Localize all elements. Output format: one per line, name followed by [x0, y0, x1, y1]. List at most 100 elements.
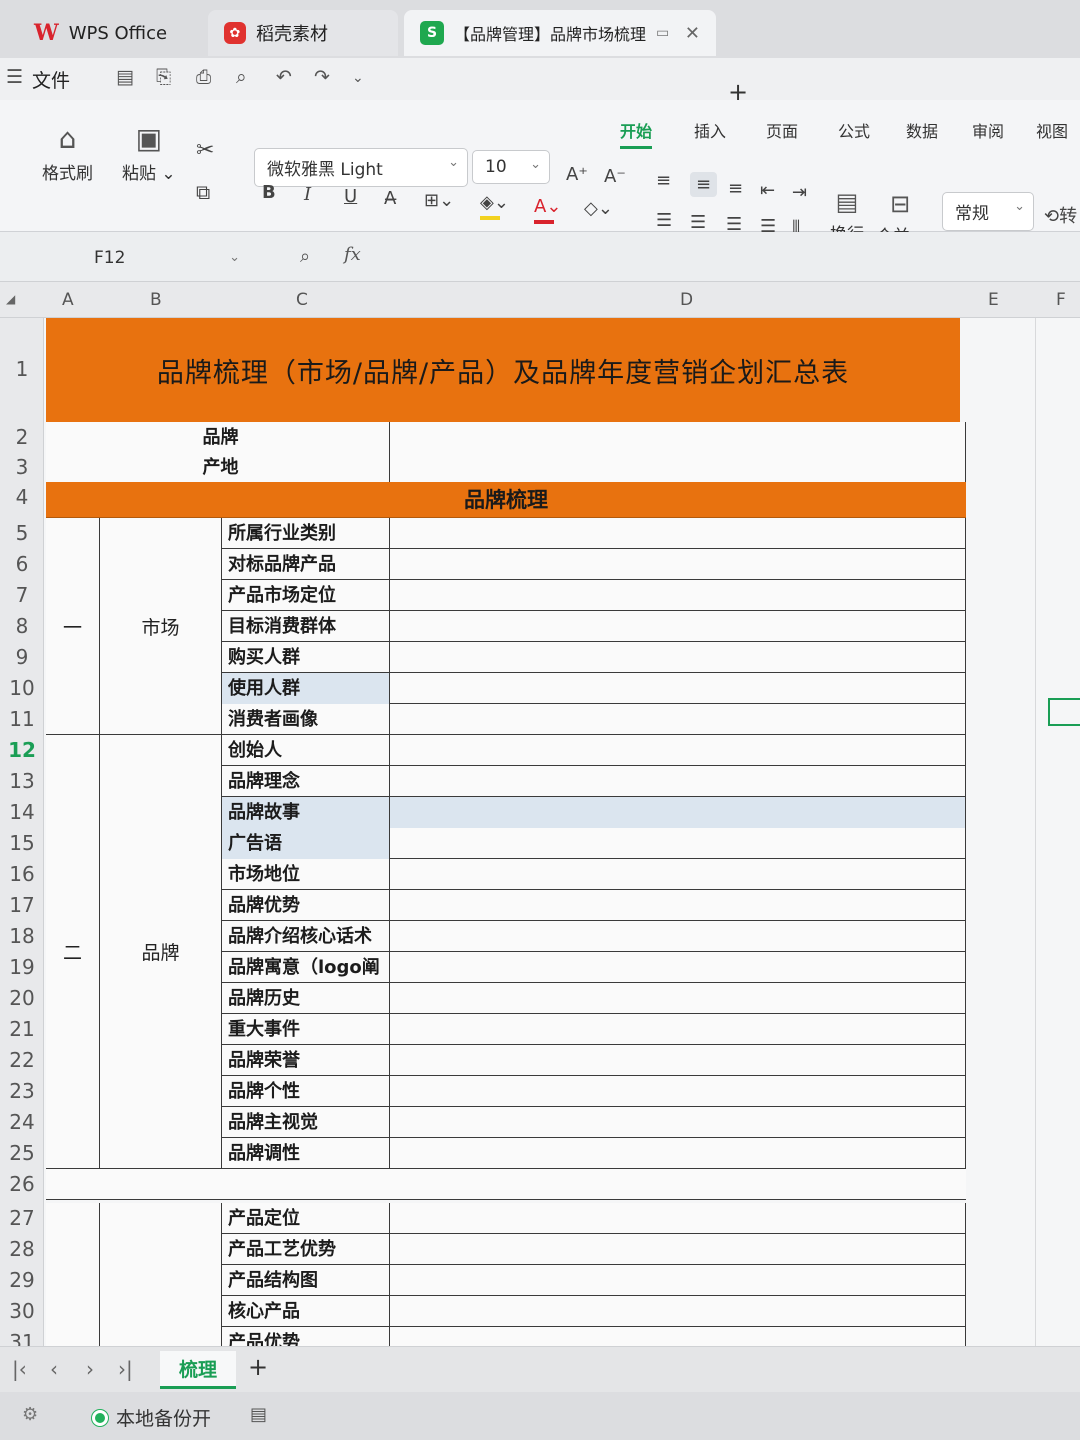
- column-header[interactable]: D: [680, 290, 693, 310]
- document-icon[interactable]: ▤: [250, 1404, 267, 1425]
- field-label-cell[interactable]: 品牌荣誉: [222, 1045, 390, 1076]
- field-label-cell[interactable]: 产品工艺优势: [222, 1234, 390, 1265]
- field-label-cell[interactable]: 所属行业类别: [222, 518, 390, 549]
- first-sheet-icon[interactable]: |‹: [12, 1357, 27, 1381]
- row-header[interactable]: 23: [0, 1076, 44, 1107]
- paste-button[interactable]: ▣ 粘贴 ⌄: [122, 122, 176, 184]
- ribbon-tab-insert[interactable]: 插入: [694, 118, 726, 142]
- save-icon[interactable]: ▤: [116, 66, 134, 88]
- field-label-cell[interactable]: 重大事件: [222, 1014, 390, 1045]
- field-value-cell[interactable]: [390, 1138, 966, 1169]
- italic-button[interactable]: I: [304, 184, 311, 205]
- row-header[interactable]: 29: [0, 1265, 44, 1296]
- column-header[interactable]: B: [150, 290, 162, 310]
- group-number-cell[interactable]: 一: [46, 518, 100, 735]
- row-header[interactable]: 10: [0, 673, 44, 704]
- sheet-tab-active[interactable]: 梳理: [160, 1351, 236, 1389]
- last-sheet-icon[interactable]: ›|: [118, 1357, 133, 1381]
- selected-cell[interactable]: [1048, 698, 1080, 726]
- function-button[interactable]: fx: [344, 244, 361, 265]
- indent-increase-icon[interactable]: ⇥: [792, 182, 807, 203]
- column-header[interactable]: A: [62, 290, 74, 310]
- field-value-cell[interactable]: [390, 828, 966, 859]
- column-header[interactable]: F: [1056, 290, 1066, 310]
- section-header[interactable]: 品牌梳理: [46, 482, 966, 518]
- row-header[interactable]: 22: [0, 1045, 44, 1076]
- field-value-cell[interactable]: [390, 1234, 966, 1265]
- row-header[interactable]: 4: [0, 482, 44, 513]
- eraser-icon[interactable]: ◇⌄: [584, 198, 613, 219]
- brand-value-cell[interactable]: [390, 422, 966, 453]
- strikethrough-icon[interactable]: A̶: [384, 188, 396, 209]
- field-value-cell[interactable]: [390, 1265, 966, 1296]
- group-number-cell[interactable]: 二: [46, 735, 100, 1169]
- field-label-cell[interactable]: 消费者画像: [222, 704, 390, 735]
- field-label-cell[interactable]: 品牌个性: [222, 1076, 390, 1107]
- field-label-cell[interactable]: 品牌故事: [222, 797, 390, 828]
- field-value-cell[interactable]: [390, 1045, 966, 1076]
- align-top-icon[interactable]: ≡: [656, 170, 671, 191]
- align-left-icon[interactable]: ☰: [656, 210, 672, 231]
- row-header[interactable]: 11: [0, 704, 44, 735]
- field-value-cell[interactable]: [390, 518, 966, 549]
- field-value-cell[interactable]: [390, 642, 966, 673]
- field-label-cell[interactable]: 品牌介绍核心话术: [222, 921, 390, 952]
- field-value-cell[interactable]: [390, 890, 966, 921]
- row-header[interactable]: 8: [0, 611, 44, 642]
- field-value-cell[interactable]: [390, 797, 966, 828]
- row-header[interactable]: 28: [0, 1234, 44, 1265]
- row-header[interactable]: 15: [0, 828, 44, 859]
- field-label-cell[interactable]: 产品定位: [222, 1203, 390, 1234]
- align-center-icon[interactable]: ☰: [690, 212, 706, 233]
- print-preview-icon[interactable]: ⌕: [236, 66, 247, 88]
- number-format-select[interactable]: 常规 ⌄: [942, 192, 1034, 231]
- fill-color-icon[interactable]: ◈⌄: [480, 192, 509, 213]
- settings-icon[interactable]: ⚙: [22, 1404, 38, 1425]
- menu-icon[interactable]: ☰: [6, 66, 23, 88]
- font-name-select[interactable]: 微软雅黑 Light ⌄: [254, 148, 468, 187]
- zoom-search-icon[interactable]: ⌕: [300, 246, 310, 267]
- row-header[interactable]: 13: [0, 766, 44, 797]
- redo-icon[interactable]: ↷: [314, 66, 330, 88]
- name-box[interactable]: F12 ⌄: [68, 242, 248, 274]
- row-header[interactable]: 21: [0, 1014, 44, 1045]
- chevron-down-icon[interactable]: ⌄: [352, 70, 364, 86]
- local-backup-toggle[interactable]: 本地备份开: [92, 1404, 211, 1431]
- row-header[interactable]: 14: [0, 797, 44, 828]
- field-value-cell[interactable]: [390, 1076, 966, 1107]
- field-value-cell[interactable]: [390, 1203, 966, 1234]
- select-all-icon[interactable]: ◢: [6, 292, 15, 306]
- row-header[interactable]: 20: [0, 983, 44, 1014]
- field-value-cell[interactable]: [390, 549, 966, 580]
- field-label-cell[interactable]: 市场地位: [222, 859, 390, 890]
- ribbon-tab-review[interactable]: 审阅: [972, 118, 1004, 142]
- border-icon[interactable]: ⊞⌄: [424, 190, 454, 211]
- group-number-cell[interactable]: [46, 1203, 100, 1358]
- row-header[interactable]: 1: [0, 354, 44, 385]
- row-header[interactable]: 24: [0, 1107, 44, 1138]
- field-label-cell[interactable]: 创始人: [222, 735, 390, 766]
- row-header[interactable]: 3: [0, 452, 44, 483]
- file-menu[interactable]: 文件: [32, 66, 70, 93]
- field-value-cell[interactable]: [390, 859, 966, 890]
- column-header[interactable]: E: [988, 290, 999, 310]
- group-name-cell[interactable]: [100, 1203, 222, 1358]
- row-header[interactable]: 2: [0, 422, 44, 453]
- field-label-cell[interactable]: 品牌理念: [222, 766, 390, 797]
- field-value-cell[interactable]: [390, 735, 966, 766]
- row-header[interactable]: 19: [0, 952, 44, 983]
- increase-font-icon[interactable]: A⁺: [566, 164, 588, 185]
- field-label-cell[interactable]: 对标品牌产品: [222, 549, 390, 580]
- row-header[interactable]: 18: [0, 921, 44, 952]
- field-value-cell[interactable]: [390, 952, 966, 983]
- align-bottom-icon[interactable]: ≡: [728, 178, 743, 199]
- export-icon[interactable]: ⎘: [156, 66, 171, 88]
- brand-label-cell[interactable]: 品牌: [46, 422, 390, 453]
- copy-icon[interactable]: ⧉: [196, 180, 210, 204]
- underline-button[interactable]: U: [344, 186, 357, 207]
- ribbon-tab-home[interactable]: 开始: [620, 118, 653, 149]
- row-header[interactable]: 25: [0, 1138, 44, 1169]
- undo-icon[interactable]: ↶: [276, 66, 292, 88]
- font-size-select[interactable]: 10 ⌄: [472, 150, 550, 184]
- add-sheet-button[interactable]: +: [248, 1353, 268, 1381]
